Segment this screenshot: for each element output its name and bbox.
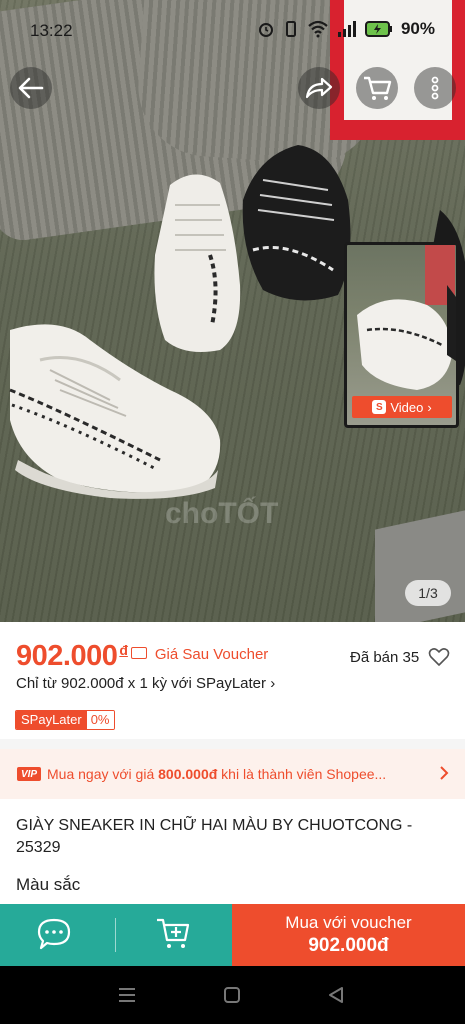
chevron-right-icon: › [270, 675, 276, 692]
currency-symbol: đ [119, 642, 128, 658]
video-label: Video [390, 399, 424, 415]
image-counter: 1/3 [405, 580, 451, 606]
battery-percent: 90% [400, 19, 435, 38]
back-button[interactable] [10, 67, 52, 109]
spaylater-label: SPayLater [16, 711, 87, 729]
share-icon [305, 77, 333, 99]
separator [115, 918, 116, 952]
recents-menu-icon[interactable] [118, 986, 136, 1004]
system-navigation-bar [0, 966, 465, 1024]
color-option-label: Màu sắc [16, 875, 81, 894]
watermark: choTỐT [165, 497, 279, 530]
price-note: Giá Sau Voucher [154, 646, 269, 663]
battery-icon [364, 21, 392, 37]
installment-link[interactable]: Chỉ từ 902.000đ x 1 kỳ với SPayLater › [16, 675, 275, 692]
installment-text: Chỉ từ 902.000đ x 1 kỳ với SPayLater [16, 675, 267, 692]
buy-button-price: 902.000đ [308, 935, 389, 956]
back-arrow-icon [18, 77, 44, 99]
price-row: 902.000 đ Giá Sau Voucher [16, 640, 268, 676]
product-title: GIÀY SNEAKER IN CHỮ HAI MÀU BY CHUOTCONG… [16, 817, 413, 856]
product-image-carousel[interactable]: choTỐT 13:22 90% S Video › 1/3 [0, 0, 465, 622]
video-button[interactable]: S Video › [352, 396, 452, 418]
alarm-icon [258, 23, 273, 37]
voucher-icon [130, 647, 147, 659]
white-sneaker-image [154, 174, 241, 353]
add-to-cart-icon[interactable] [155, 916, 191, 952]
chevron-right-icon [440, 766, 449, 780]
clock: 13:22 [30, 21, 73, 40]
sold-count: Đã bán 35 [350, 649, 420, 666]
home-icon[interactable] [223, 986, 241, 1004]
buy-button-label: Mua với voucher [285, 913, 412, 932]
more-icon [431, 76, 439, 100]
signal-icon [337, 21, 356, 37]
status-icons: 90% [257, 19, 435, 39]
share-button[interactable] [298, 67, 340, 109]
chat-icon[interactable] [36, 917, 72, 951]
cart-icon [364, 76, 392, 100]
video-thumbnail[interactable]: S Video › [344, 242, 459, 428]
vip-text: Mua ngay với giá 800.000đ khi là thành v… [47, 766, 387, 782]
black-sneaker-image [242, 145, 351, 301]
vibrate-icon [285, 21, 296, 37]
buy-with-voucher-button[interactable]: Mua với voucher 902.000đ [232, 904, 465, 966]
back-nav-icon[interactable] [327, 986, 345, 1004]
shopee-logo-icon: S [372, 400, 387, 414]
product-page: choTỐT 13:22 90% S Video › 1/3 902.000 đ… [0, 0, 465, 1024]
spaylater-badge: SPayLater 0% [15, 710, 115, 730]
heart-icon[interactable] [428, 647, 450, 667]
chevron-right-icon: › [427, 399, 432, 415]
more-options-button[interactable] [414, 67, 456, 109]
cart-button[interactable] [356, 67, 398, 109]
bottom-action-bar: Mua với voucher 902.000đ [0, 904, 465, 966]
vip-banner[interactable]: VIP Mua ngay với giá 800.000đ khi là thà… [0, 749, 465, 799]
section-divider [0, 799, 465, 805]
price: 902.000 [16, 640, 118, 672]
vip-badge: VIP [17, 767, 41, 781]
action-bar-left [0, 904, 232, 966]
spaylater-rate: 0% [86, 711, 114, 729]
wifi-icon [308, 20, 328, 38]
status-bar: 13:22 90% [0, 0, 465, 62]
section-divider [0, 739, 465, 749]
